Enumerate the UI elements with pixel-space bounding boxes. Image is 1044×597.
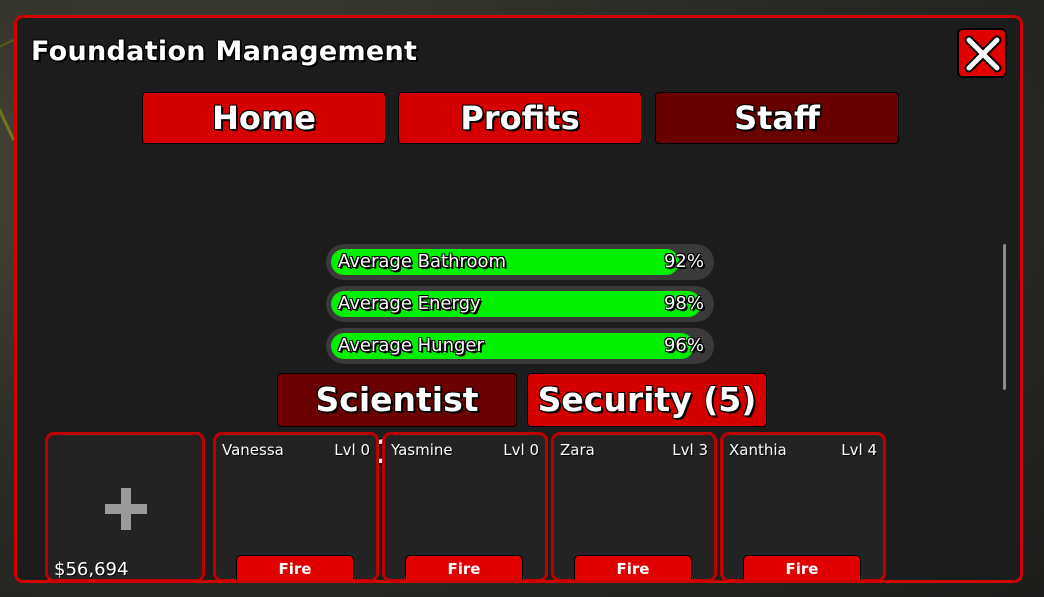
hire-price: $56,694: [54, 559, 129, 580]
stat-bar-energy: Average Energy 98%: [326, 286, 714, 322]
fire-button[interactable]: Fire: [574, 555, 692, 580]
staff-name: Yasmine: [391, 441, 453, 459]
staff-card: Yasmine Lvl 0 Fire: [382, 432, 548, 580]
staff-level: Lvl 0: [503, 441, 539, 459]
plus-icon: [105, 488, 147, 530]
fire-button[interactable]: Fire: [743, 555, 861, 580]
stat-label: Average Bathroom: [338, 251, 507, 272]
staff-level: Lvl 0: [334, 441, 370, 459]
staff-level: Lvl 4: [841, 441, 877, 459]
scrollbar[interactable]: [1003, 244, 1006, 390]
staff-name: Vanessa: [222, 441, 284, 459]
hire-staff-card[interactable]: $56,694: [45, 432, 205, 580]
tab-profits[interactable]: Profits: [398, 92, 642, 144]
category-security-button[interactable]: Security (5): [527, 373, 767, 427]
stat-value: 92%: [663, 251, 704, 272]
close-button[interactable]: [957, 28, 1007, 78]
category-scientist-button[interactable]: Scientist (12): [277, 373, 517, 471]
staff-level: Lvl 3: [672, 441, 708, 459]
staff-card: Zara Lvl 3 Fire: [551, 432, 717, 580]
stat-label: Average Hunger: [338, 335, 484, 356]
tab-staff[interactable]: Staff: [655, 92, 899, 144]
foundation-management-panel: Foundation Management Home Profits Staff…: [14, 15, 1023, 583]
staff-name: Zara: [560, 441, 595, 459]
stat-label: Average Energy: [338, 293, 481, 314]
staff-card: Xanthia Lvl 4 Fire: [720, 432, 886, 580]
close-icon: [964, 35, 1002, 73]
window-title: Foundation Management: [31, 36, 418, 67]
staff-card: Vanessa Lvl 0 Fire: [213, 432, 379, 580]
fire-button[interactable]: Fire: [236, 555, 354, 580]
stat-value: 98%: [663, 293, 704, 314]
fire-button[interactable]: Fire: [405, 555, 523, 580]
stat-bar-bathroom: Average Bathroom 92%: [326, 244, 714, 280]
average-stats: Average Bathroom 92% Average Energy 98% …: [326, 244, 714, 370]
stat-value: 96%: [663, 335, 704, 356]
stat-bar-hunger: Average Hunger 96%: [326, 328, 714, 364]
staff-name: Xanthia: [729, 441, 787, 459]
tab-home[interactable]: Home: [142, 92, 386, 144]
